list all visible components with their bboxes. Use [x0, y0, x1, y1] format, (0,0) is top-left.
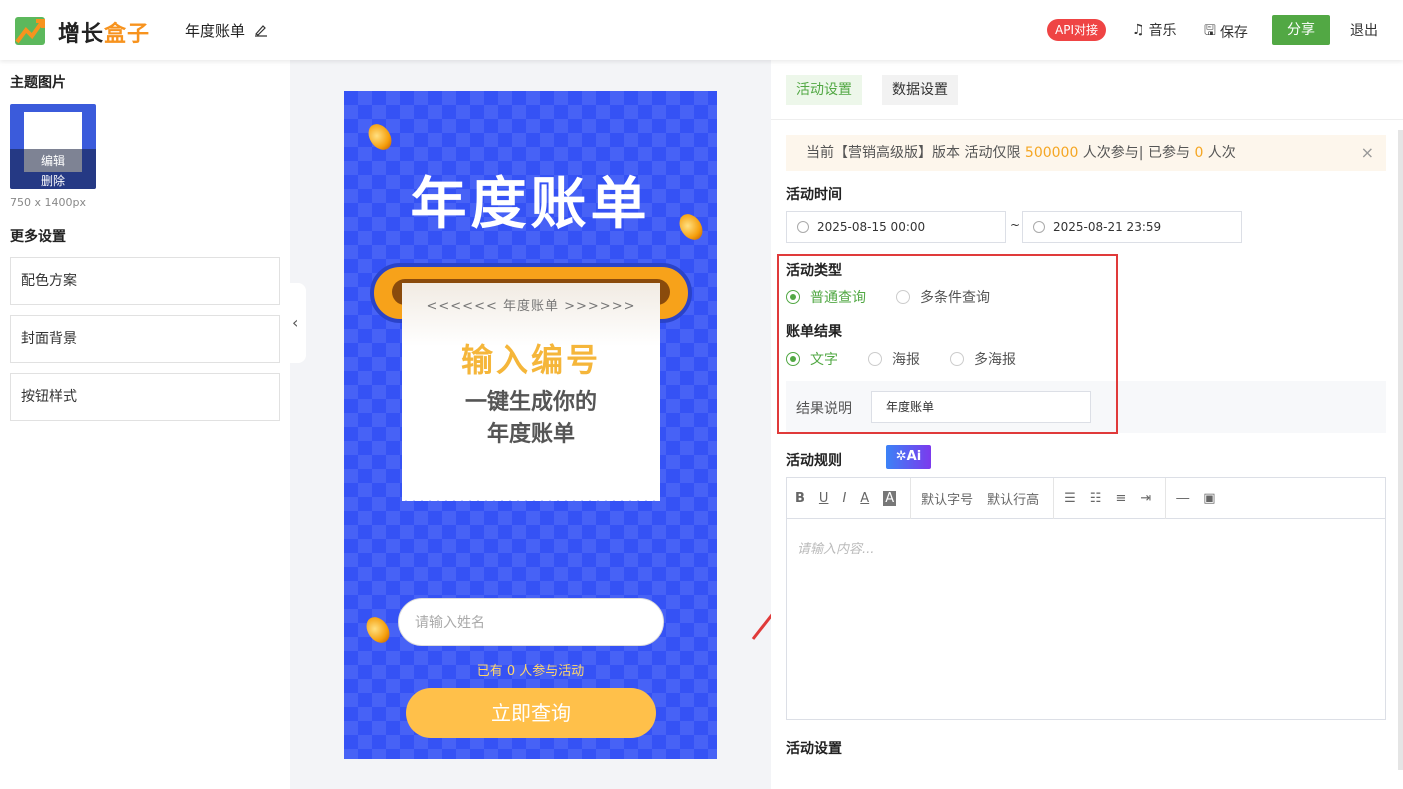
end-date-input[interactable]: 2025-08-21 23:59 — [1022, 211, 1242, 243]
bold-button[interactable]: B — [795, 491, 805, 506]
brand-name: 增长盒子 — [58, 22, 151, 47]
theme-image-title: 主题图片 — [10, 75, 66, 91]
logo-icon — [15, 17, 45, 45]
receipt-card: <<<<<< 年度账单 >>>>>> 输入编号 一键生成你的 年度账单 — [402, 283, 660, 501]
preview-title: 年度账单 — [410, 172, 651, 237]
divider-icon[interactable]: ― — [1176, 491, 1189, 506]
indent-icon[interactable]: ⇥ — [1140, 491, 1151, 506]
underline-button[interactable]: U — [819, 491, 829, 506]
ai-button[interactable]: ✲Ai — [886, 445, 931, 469]
coin-icon — [363, 119, 397, 155]
clock-icon — [1033, 221, 1045, 233]
edit-image-button[interactable]: 编辑 — [10, 152, 96, 169]
music-button[interactable]: ♫ 音乐 — [1132, 20, 1177, 40]
editor-toolbar: B U I A A 默认字号 默认行高 ☰ ☷ ≡ ⇥ ― ▣ — [787, 477, 1385, 519]
clock-icon — [797, 221, 809, 233]
line-height-select[interactable]: 默认行高 — [987, 489, 1039, 508]
save-button[interactable]: 🖫 保存 — [1204, 20, 1248, 44]
exit-button[interactable]: 退出 — [1350, 20, 1378, 40]
activity-time-label: 活动时间 — [786, 187, 842, 203]
cover-background-button[interactable]: 封面背景 — [10, 315, 280, 363]
phone-preview: 年度账单 <<<<<< 年度账单 >>>>>> 输入编号 一键生成你的 年度账单 … — [344, 91, 717, 759]
music-icon: ♫ — [1132, 22, 1145, 38]
scrollbar[interactable] — [1398, 130, 1403, 770]
ordered-list-icon[interactable]: ☷ — [1090, 491, 1102, 506]
font-size-select[interactable]: 默认字号 — [921, 489, 973, 508]
highlight-box — [777, 254, 1118, 434]
tab-activity-settings[interactable]: 活动设置 — [786, 75, 862, 105]
participant-count: 已有 0 人参与活动 — [476, 664, 585, 679]
name-input[interactable]: 请输入姓名 — [398, 598, 664, 646]
activity-settings-label: 活动设置 — [786, 741, 842, 757]
italic-button[interactable]: I — [842, 491, 846, 506]
collapse-panel-button[interactable]: ‹ — [290, 283, 306, 363]
top-header: 增长盒子 年度账单 API对接 ♫ 音乐 🖫 保存 分享 退出 — [0, 0, 1403, 60]
coin-icon — [361, 612, 395, 648]
query-button[interactable]: 立即查询 — [406, 688, 656, 738]
date-separator: ~ — [1010, 218, 1021, 232]
api-badge-button[interactable]: API对接 — [1047, 19, 1106, 41]
delete-image-button[interactable]: 删除 — [10, 172, 96, 189]
image-icon[interactable]: ▣ — [1203, 491, 1215, 506]
color-scheme-button[interactable]: 配色方案 — [10, 257, 280, 305]
tab-data-settings[interactable]: 数据设置 — [882, 75, 958, 105]
start-date-input[interactable]: 2025-08-15 00:00 — [786, 211, 1006, 243]
theme-image-thumbnail[interactable]: 编辑 删除 — [10, 104, 96, 189]
font-color-button[interactable]: A — [860, 491, 869, 506]
share-button[interactable]: 分享 — [1272, 15, 1330, 45]
close-icon[interactable]: × — [1361, 135, 1374, 171]
button-style-button[interactable]: 按钮样式 — [10, 373, 280, 421]
editor-placeholder: 请输入内容... — [797, 542, 875, 557]
bg-color-button[interactable]: A — [883, 490, 897, 506]
chevron-left-icon: ‹ — [292, 313, 299, 332]
rich-text-editor[interactable]: B U I A A 默认字号 默认行高 ☰ ☷ ≡ ⇥ ― ▣ 请输入内容... — [786, 477, 1386, 720]
bullet-list-icon[interactable]: ☰ — [1064, 491, 1076, 506]
image-dimensions: 750 x 1400px — [10, 196, 86, 209]
version-notice: 当前【营销高级版】版本 活动仅限 500000 人次参与| 已参与 0 人次 × — [786, 135, 1386, 171]
page-title[interactable]: 年度账单 — [185, 20, 245, 41]
edit-title-icon[interactable] — [253, 22, 269, 38]
activity-rules-label: 活动规则 — [786, 453, 842, 469]
save-icon: 🖫 — [1204, 23, 1216, 39]
align-icon[interactable]: ≡ — [1115, 491, 1126, 506]
more-settings-title: 更多设置 — [10, 229, 66, 245]
